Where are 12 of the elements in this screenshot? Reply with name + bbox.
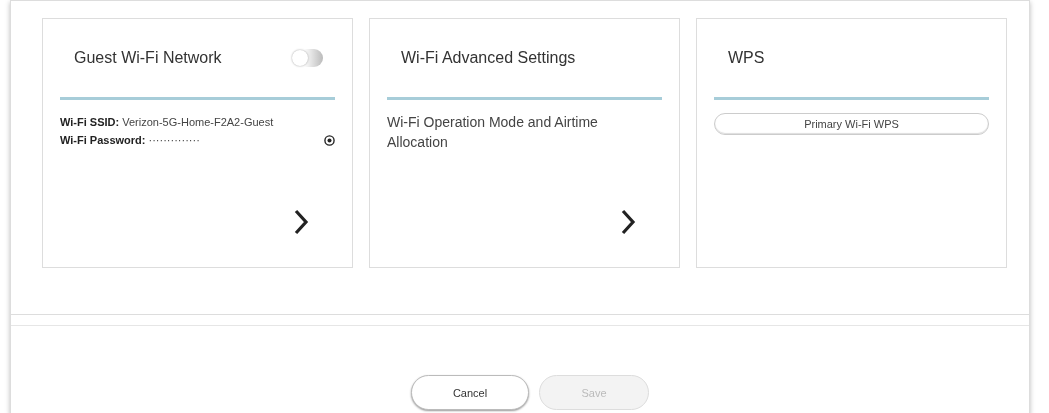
card-title: WPS [728, 49, 765, 67]
chevron-right-icon[interactable] [293, 209, 309, 235]
card-title: Guest Wi-Fi Network [74, 49, 222, 67]
card-title: Wi-Fi Advanced Settings [401, 49, 576, 67]
wps-button[interactable]: Primary Wi-Fi WPS [714, 113, 989, 135]
toggle-switch[interactable] [291, 49, 323, 67]
chevron-right-icon[interactable] [620, 209, 636, 235]
card-description: Wi-Fi Operation Mode and Airtime Allocation [387, 113, 599, 152]
field-text: Wi-Fi Password: ·············· [60, 134, 200, 146]
field-text: Wi-Fi SSID: Verizon-5G-Home-F2A2-Guest [60, 116, 274, 128]
eye-icon[interactable] [324, 134, 335, 146]
footer-button[interactable]: Cancel [411, 375, 529, 410]
